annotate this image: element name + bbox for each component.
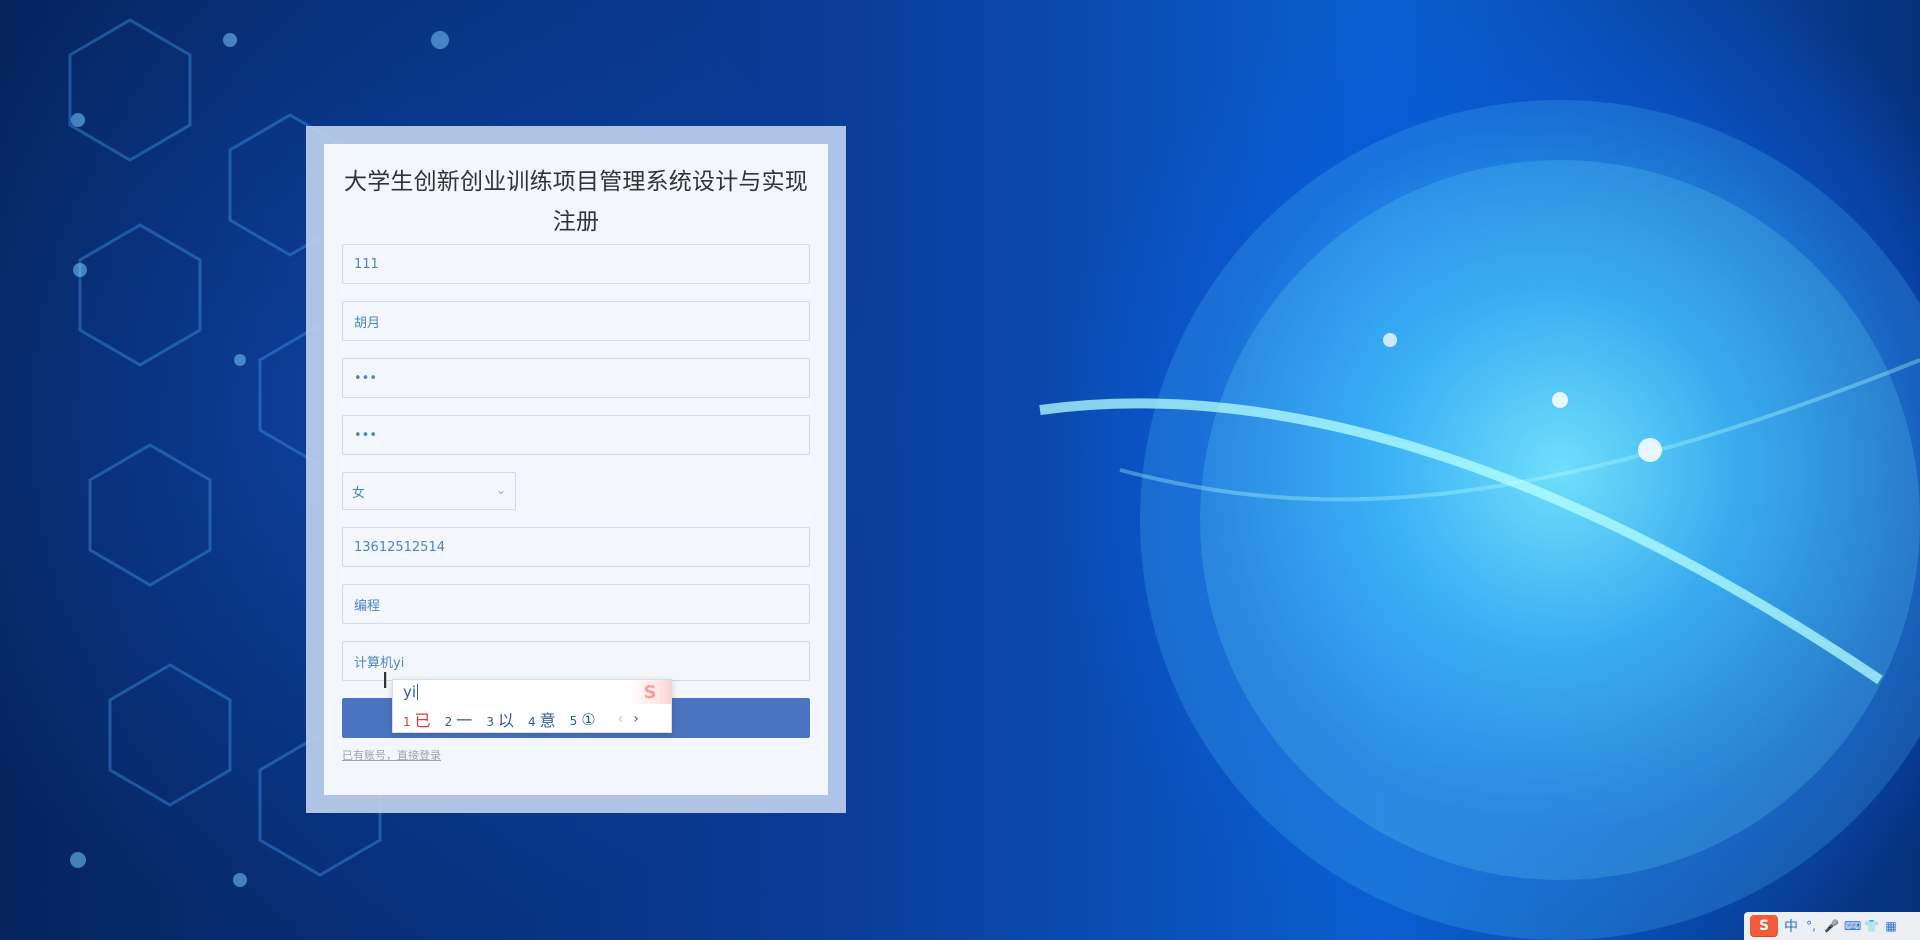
ime-candidate-text: 一 — [456, 711, 473, 730]
ime-candidate-1[interactable]: 1 已 — [403, 707, 431, 731]
ime-composition-text: yi — [403, 683, 417, 701]
ime-composition-row: yi S — [393, 680, 671, 704]
name-input[interactable] — [352, 312, 800, 330]
microphone-icon[interactable]: 🎤 — [1824, 919, 1839, 933]
ime-candidate-3[interactable]: 3 以 — [486, 707, 514, 731]
account-field[interactable] — [342, 244, 810, 284]
ime-system-tray: S 中 °, 🎤 ⌨ 👕 ▦ — [1744, 912, 1920, 940]
ime-prev-page-icon[interactable]: ‹ — [618, 711, 624, 727]
ime-pagination: ‹ › — [618, 711, 639, 727]
account-input[interactable] — [352, 255, 800, 273]
sogou-logo[interactable]: S — [1750, 915, 1778, 937]
ime-candidates: 1 已 2 一 3 以 4 意 5 ① ‹ › — [393, 704, 671, 734]
ime-caret — [417, 684, 419, 700]
ime-candidate-number: 2 — [444, 715, 453, 729]
password-field[interactable] — [342, 358, 810, 398]
gender-select[interactable]: 女 ⌄ — [342, 472, 516, 510]
punctuation-icon[interactable]: °, — [1804, 919, 1818, 933]
ime-candidate-4[interactable]: 4 意 — [528, 707, 556, 731]
hobby-field[interactable] — [342, 584, 810, 624]
shirt-icon[interactable]: 👕 — [1864, 919, 1879, 933]
password-input[interactable] — [352, 369, 800, 387]
ime-candidate-number: 4 — [527, 715, 536, 729]
phone-input[interactable] — [352, 538, 800, 556]
gender-selected-value: 女 — [352, 485, 366, 501]
major-input[interactable] — [352, 652, 800, 670]
login-link[interactable]: 已有账号，直接登录 — [342, 747, 441, 763]
page-title: 大学生创新创业训练项目管理系统设计与实现注册 — [344, 169, 808, 235]
ime-candidate-5[interactable]: 5 ① — [570, 710, 596, 729]
keyboard-icon[interactable]: ⌨ — [1844, 919, 1861, 933]
ime-candidate-number: 1 — [403, 715, 411, 729]
ime-popup: yi S 1 已 2 一 3 以 4 意 5 ① ‹ › — [392, 679, 672, 733]
phone-field[interactable] — [342, 527, 810, 567]
ime-brand-icon: S — [629, 680, 671, 704]
major-field[interactable] — [342, 641, 810, 681]
ime-candidate-text: ① — [581, 709, 596, 729]
ime-language-indicator[interactable]: 中 — [1784, 916, 1798, 936]
chevron-down-icon: ⌄ — [495, 483, 506, 497]
ime-next-page-icon[interactable]: › — [633, 711, 639, 727]
ime-candidate-2[interactable]: 2 一 — [445, 707, 473, 731]
ime-candidate-number: 3 — [486, 715, 494, 729]
ime-candidate-text: 以 — [497, 711, 514, 730]
confirm-password-input[interactable] — [352, 426, 800, 444]
ime-candidate-text: 意 — [539, 711, 556, 730]
apps-icon[interactable]: ▦ — [1884, 919, 1898, 933]
text-cursor — [384, 672, 386, 688]
name-field[interactable] — [342, 301, 810, 341]
ime-candidate-number: 5 — [569, 713, 578, 728]
ime-candidate-text: 已 — [414, 711, 431, 730]
background-decoration — [68, 18, 1920, 940]
hobby-input[interactable] — [352, 595, 800, 613]
confirm-password-field[interactable] — [342, 415, 810, 455]
